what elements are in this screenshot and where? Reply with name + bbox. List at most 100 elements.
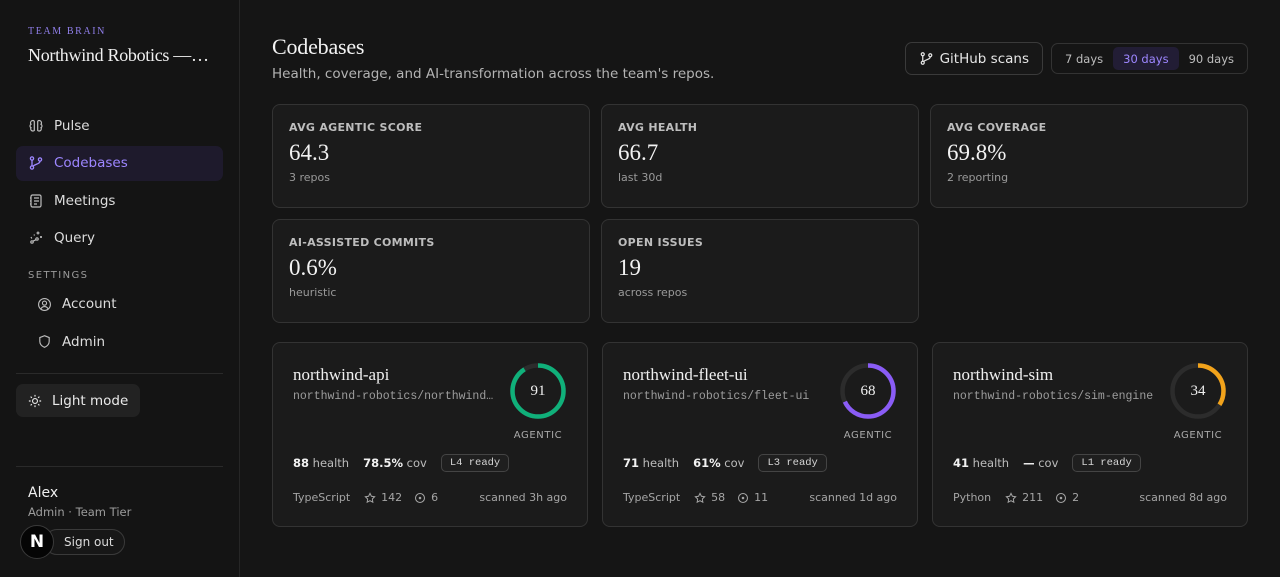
issue-icon bbox=[1056, 492, 1067, 503]
sidebar-item-meetings[interactable]: Meetings bbox=[16, 183, 223, 218]
issue-icon bbox=[738, 492, 749, 503]
stat-value: 69.8% bbox=[947, 140, 1007, 165]
stat-note: last 30d bbox=[618, 171, 663, 184]
sun-icon bbox=[28, 394, 42, 408]
sidebar-item-label: Meetings bbox=[54, 192, 116, 209]
sidebar-divider bbox=[16, 373, 223, 374]
sidebar-item-label: Pulse bbox=[54, 117, 90, 134]
stat-card: AVG HEALTH 66.7 last 30d bbox=[601, 104, 919, 208]
stat-value: 64.3 bbox=[289, 140, 330, 165]
sidebar-item-pulse[interactable]: Pulse bbox=[16, 108, 223, 143]
stat-label: AVG HEALTH bbox=[618, 121, 698, 134]
agentic-label: AGENTIC bbox=[1173, 430, 1223, 441]
sign-out-label: Sign out bbox=[64, 535, 114, 549]
sidebar-item-label: Query bbox=[54, 230, 96, 246]
stat-card: AI-ASSISTED COMMITS 0.6% heuristic bbox=[272, 219, 590, 323]
repo-footer: TypeScript 142 6 scanned 3h ago bbox=[293, 491, 567, 504]
issue-icon bbox=[415, 492, 426, 503]
agentic-label: AGENTIC bbox=[513, 430, 563, 441]
sparkle-icon bbox=[28, 230, 44, 246]
sidebar-item-account[interactable]: Account bbox=[16, 287, 223, 322]
coverage-unit: cov bbox=[724, 456, 745, 470]
stat-value: 0.6% bbox=[289, 255, 337, 280]
scanned-time: scanned 1d ago bbox=[809, 491, 897, 504]
page-subtitle: Health, coverage, and AI-transformation … bbox=[272, 66, 715, 82]
repo-language: TypeScript bbox=[623, 491, 681, 504]
agentic-score-ring: 68 AGENTIC bbox=[839, 362, 897, 441]
date-range-selector: 7 days 30 days 90 days bbox=[1051, 43, 1248, 74]
repo-metrics: 88 health 78.5% cov L4 ready bbox=[293, 454, 510, 472]
star-icon bbox=[1005, 491, 1017, 503]
light-mode-toggle[interactable]: Light mode bbox=[16, 384, 141, 417]
repo-metrics: 41 health — cov L1 ready bbox=[953, 454, 1141, 472]
agentic-score: 91 bbox=[530, 382, 546, 399]
repo-footer: TypeScript 58 11 scanned 1d ago bbox=[623, 491, 897, 504]
sidebar-item-label: Admin bbox=[62, 333, 106, 350]
repo-language: TypeScript bbox=[293, 491, 351, 504]
branch-icon bbox=[919, 51, 934, 66]
health-value: 88 bbox=[293, 456, 310, 470]
repo-path: northwind-robotics/fleet-ui bbox=[623, 390, 810, 403]
stat-value: 19 bbox=[618, 255, 641, 280]
light-mode-label: Light mode bbox=[52, 392, 129, 409]
page-header: Codebases Health, coverage, and AI-trans… bbox=[272, 34, 1248, 104]
star-count: 58 bbox=[711, 491, 726, 504]
star-icon bbox=[364, 491, 376, 503]
stat-card: OPEN ISSUES 19 across repos bbox=[601, 219, 919, 323]
stat-label: AVG COVERAGE bbox=[947, 121, 1047, 134]
coverage-value: 78.5% bbox=[363, 456, 403, 470]
repo-card[interactable]: northwind-sim northwind-robotics/sim-eng… bbox=[932, 342, 1248, 527]
stat-label: OPEN ISSUES bbox=[618, 236, 704, 249]
repo-card[interactable]: northwind-fleet-ui northwind-robotics/fl… bbox=[602, 342, 918, 527]
readiness-badge: L1 ready bbox=[1072, 454, 1141, 472]
scanned-time: scanned 3h ago bbox=[479, 491, 567, 504]
agentic-score-ring: 34 AGENTIC bbox=[1169, 362, 1227, 441]
star-count: 142 bbox=[381, 491, 403, 504]
star-icon bbox=[694, 491, 706, 503]
avatar[interactable]: N bbox=[20, 525, 54, 559]
sidebar-item-query[interactable]: Query bbox=[16, 221, 223, 256]
stat-card: AVG AGENTIC SCORE 64.3 3 repos bbox=[272, 104, 590, 208]
agentic-score: 68 bbox=[860, 382, 876, 399]
sign-out-button[interactable]: Sign out bbox=[44, 529, 125, 555]
agentic-label: AGENTIC bbox=[843, 430, 893, 441]
stat-note: 2 reporting bbox=[947, 171, 1009, 184]
sidebar-item-codebases[interactable]: Codebases bbox=[16, 145, 223, 181]
coverage-value: — bbox=[1023, 456, 1035, 470]
repo-path: northwind-robotics/sim-engine bbox=[953, 390, 1154, 403]
repo-metrics: 71 health 61% cov L3 ready bbox=[623, 454, 827, 472]
stat-label: AVG AGENTIC SCORE bbox=[289, 121, 423, 134]
stats-grid: AVG AGENTIC SCORE 64.3 3 repos AVG HEALT… bbox=[272, 104, 1248, 323]
main-nav: Pulse Codebases Meetings Query bbox=[16, 108, 223, 256]
readiness-badge: L4 ready bbox=[440, 454, 510, 472]
repo-footer: Python 211 2 scanned 8d ago bbox=[953, 491, 1227, 504]
repo-language: Python bbox=[953, 491, 992, 504]
sidebar-item-admin[interactable]: Admin bbox=[16, 324, 223, 359]
stat-value: 66.7 bbox=[618, 140, 659, 165]
range-7-days[interactable]: 7 days bbox=[1055, 47, 1113, 70]
stat-label: AI-ASSISTED COMMITS bbox=[289, 236, 435, 249]
star-count: 211 bbox=[1022, 491, 1044, 504]
coverage-unit: cov bbox=[1038, 456, 1059, 470]
stat-note: across repos bbox=[618, 286, 688, 299]
repo-path: northwind-robotics/northwind-api bbox=[293, 390, 495, 403]
issue-count: 6 bbox=[431, 491, 439, 504]
issue-count: 2 bbox=[1072, 491, 1080, 504]
repo-card[interactable]: northwind-api northwind-robotics/northwi… bbox=[272, 342, 588, 527]
health-value: 71 bbox=[623, 456, 640, 470]
range-90-days[interactable]: 90 days bbox=[1179, 47, 1244, 70]
sidebar-item-label: Account bbox=[62, 296, 117, 312]
stat-note: 3 repos bbox=[289, 171, 330, 184]
user-name: Alex bbox=[28, 485, 59, 501]
sidebar: TEAM BRAIN Northwind Robotics — AI Tr...… bbox=[0, 0, 240, 577]
issue-count: 11 bbox=[754, 491, 769, 504]
shield-icon bbox=[36, 334, 52, 350]
github-scans-button[interactable]: GitHub scans bbox=[904, 42, 1043, 75]
coverage-unit: cov bbox=[406, 456, 427, 470]
team-title[interactable]: Northwind Robotics — AI Tr... bbox=[16, 45, 212, 66]
agentic-score-ring: 91 AGENTIC bbox=[509, 362, 567, 441]
main-content: Codebases Health, coverage, and AI-trans… bbox=[240, 0, 1280, 577]
scanned-time: scanned 8d ago bbox=[1139, 491, 1227, 504]
user-block: Alex Admin · Team Tier N Sign out bbox=[16, 466, 223, 559]
range-30-days[interactable]: 30 days bbox=[1113, 47, 1179, 70]
